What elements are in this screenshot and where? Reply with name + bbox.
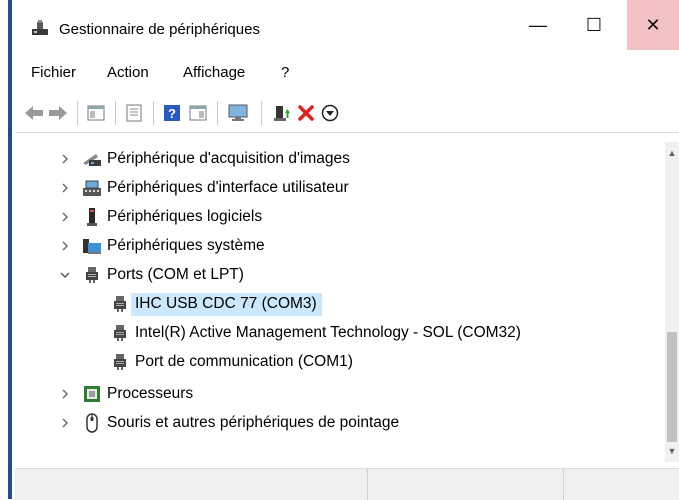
title-bar[interactable]: Gestionnaire de périphériques — ☐ ✕ (15, 0, 679, 58)
uninstall-button[interactable] (295, 102, 317, 124)
forward-icon (49, 106, 67, 120)
tree-item-label: Souris et autres périphériques de pointa… (107, 414, 400, 431)
tree-item-hid[interactable]: Périphériques d'interface utilisateur (59, 175, 349, 201)
chevron-right-icon[interactable] (59, 388, 71, 400)
window-title: Gestionnaire de périphériques (59, 21, 260, 38)
mouse-icon (82, 413, 102, 433)
tree-item-software-devices[interactable]: Périphériques logiciels (59, 204, 262, 230)
vertical-scrollbar[interactable]: ▲ ▼ (665, 142, 679, 462)
port-icon (110, 352, 130, 372)
help-button[interactable]: ? (161, 102, 183, 124)
toolbar-separator (77, 101, 78, 125)
status-cell (15, 469, 368, 500)
action-pane-button[interactable] (187, 102, 209, 124)
disable-download-icon (321, 104, 339, 122)
toolbar-separator (115, 101, 116, 125)
update-driver-button[interactable] (271, 102, 293, 124)
chevron-right-icon[interactable] (59, 211, 71, 223)
back-button[interactable] (23, 102, 45, 124)
port-icon (82, 265, 102, 285)
show-hide-console-tree-button[interactable] (85, 102, 107, 124)
tree-item-label: Périphérique d'acquisition d'images (107, 150, 350, 167)
tree-item-processors[interactable]: Processeurs (59, 381, 193, 407)
tree-item-image-devices[interactable]: Périphérique d'acquisition d'images (59, 146, 350, 172)
svg-text:?: ? (168, 106, 176, 121)
scan-hardware-button[interactable] (227, 102, 249, 124)
chevron-right-icon[interactable] (59, 417, 71, 429)
tree-item-ports[interactable]: Ports (COM et LPT) (59, 262, 244, 288)
device-tree: Périphérique d'acquisition d'images Péri… (15, 142, 665, 462)
window-border (8, 0, 12, 499)
tree-item-label: Périphériques logiciels (107, 208, 263, 225)
scroll-down-arrow-icon[interactable]: ▼ (665, 444, 679, 458)
menu-fichier[interactable]: Fichier (31, 64, 76, 81)
tree-item-mice[interactable]: Souris et autres périphériques de pointa… (59, 410, 399, 436)
menu-help[interactable]: ? (281, 64, 289, 81)
tree-item-label: Ports (COM et LPT) (107, 266, 244, 283)
device-manager-window: Gestionnaire de périphériques — ☐ ✕ Fich… (15, 0, 679, 500)
properties-icon (126, 104, 142, 122)
scan-monitor-icon (228, 104, 248, 121)
hid-icon (82, 178, 102, 198)
menu-affichage[interactable]: Affichage (183, 64, 245, 81)
port-icon (110, 323, 130, 343)
console-tree-icon (87, 105, 105, 121)
tree-item-label: IHC USB CDC 77 (COM3) (131, 292, 322, 316)
system-device-icon (82, 236, 102, 256)
tree-item-label: Périphériques système (107, 237, 265, 254)
tree-item-label: Intel(R) Active Management Technology - … (135, 324, 521, 341)
uninstall-icon (298, 105, 314, 121)
back-icon (25, 106, 43, 120)
properties-button[interactable] (123, 102, 145, 124)
maximize-button[interactable]: ☐ (571, 0, 617, 50)
status-bar (15, 468, 679, 500)
software-device-icon (82, 207, 102, 227)
chevron-down-icon[interactable] (59, 269, 71, 281)
update-driver-icon (274, 106, 290, 121)
device-manager-app-icon (32, 20, 48, 35)
close-button[interactable]: ✕ (627, 0, 679, 50)
port-icon (110, 294, 130, 314)
tree-item-label: Processeurs (107, 385, 194, 402)
tree-item-label: Port de communication (COM1) (135, 353, 353, 370)
forward-button[interactable] (47, 102, 69, 124)
chevron-right-icon[interactable] (59, 182, 71, 194)
close-icon: ✕ (645, 14, 661, 35)
chevron-right-icon[interactable] (59, 153, 71, 165)
maximize-icon: ☐ (585, 14, 603, 35)
menu-action[interactable]: Action (107, 64, 149, 81)
toolbar: ? (15, 92, 679, 133)
minimize-button[interactable]: — (515, 0, 561, 50)
toolbar-separator (153, 101, 154, 125)
minimize-icon: — (529, 14, 547, 35)
tree-item-intel-amt-sol[interactable]: Intel(R) Active Management Technology - … (110, 320, 521, 346)
tree-item-system-devices[interactable]: Périphériques système (59, 233, 265, 259)
toolbar-separator (217, 101, 218, 125)
action-pane-icon (189, 105, 207, 121)
tree-item-ihc-usb-cdc[interactable]: IHC USB CDC 77 (COM3) (110, 291, 322, 317)
tree-item-label: Périphériques d'interface utilisateur (107, 179, 349, 196)
status-cell (367, 469, 564, 500)
toolbar-separator (261, 101, 262, 125)
help-icon: ? (164, 105, 180, 121)
scroll-thumb[interactable] (667, 332, 677, 442)
chevron-right-icon[interactable] (59, 240, 71, 252)
menu-bar: Fichier Action Affichage ? (15, 58, 679, 88)
window-left-edge (0, 0, 15, 499)
tree-item-com1[interactable]: Port de communication (COM1) (110, 349, 353, 375)
disable-device-button[interactable] (319, 102, 341, 124)
scroll-up-arrow-icon[interactable]: ▲ (665, 146, 679, 160)
processor-icon (82, 384, 102, 404)
camera-scanner-icon (82, 149, 102, 169)
